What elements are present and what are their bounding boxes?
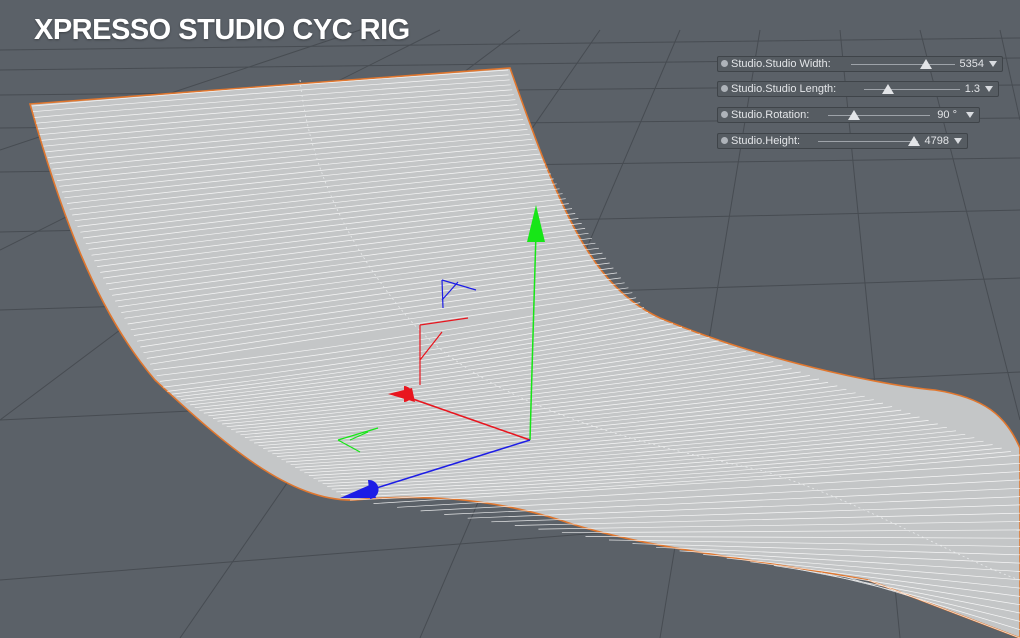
param-label: Studio.Studio Width: — [731, 58, 831, 70]
param-label: Studio.Rotation: — [731, 109, 810, 121]
param-studio-rotation[interactable]: Studio.Rotation: 90 ° — [717, 107, 980, 123]
triangle-down-icon[interactable] — [989, 61, 997, 67]
slider-track[interactable] — [828, 115, 930, 116]
slider-track[interactable] — [851, 64, 955, 65]
param-value[interactable]: 4798 — [913, 134, 949, 148]
circle-bullet-icon[interactable] — [721, 85, 728, 92]
param-studio-width[interactable]: Studio.Studio Width: 5354 — [717, 56, 1003, 72]
param-studio-length[interactable]: Studio.Studio Length: 1.3 — [717, 81, 999, 97]
param-label: Studio.Studio Length: — [731, 83, 837, 95]
slider-track[interactable] — [864, 89, 960, 90]
slider-knob-icon[interactable] — [919, 59, 932, 69]
circle-bullet-icon[interactable] — [721, 137, 728, 144]
param-value[interactable]: 1.3 — [950, 82, 980, 96]
triangle-down-icon[interactable] — [985, 86, 993, 92]
3d-viewport[interactable]: XPRESSO STUDIO CYC RIG Studio.Studio Wid… — [0, 0, 1020, 638]
slider-knob-icon[interactable] — [882, 84, 894, 94]
param-value[interactable]: 90 ° — [917, 108, 957, 122]
slider-track[interactable] — [818, 141, 918, 142]
circle-bullet-icon[interactable] — [721, 111, 728, 118]
triangle-down-icon[interactable] — [954, 138, 962, 144]
triangle-down-icon[interactable] — [966, 112, 974, 118]
page-title: XPRESSO STUDIO CYC RIG — [34, 14, 410, 46]
param-studio-height[interactable]: Studio.Height: 4798 — [717, 133, 968, 149]
param-value[interactable]: 5354 — [944, 57, 984, 71]
slider-knob-icon[interactable] — [847, 110, 860, 120]
param-label: Studio.Height: — [731, 135, 801, 147]
circle-bullet-icon[interactable] — [721, 60, 728, 67]
